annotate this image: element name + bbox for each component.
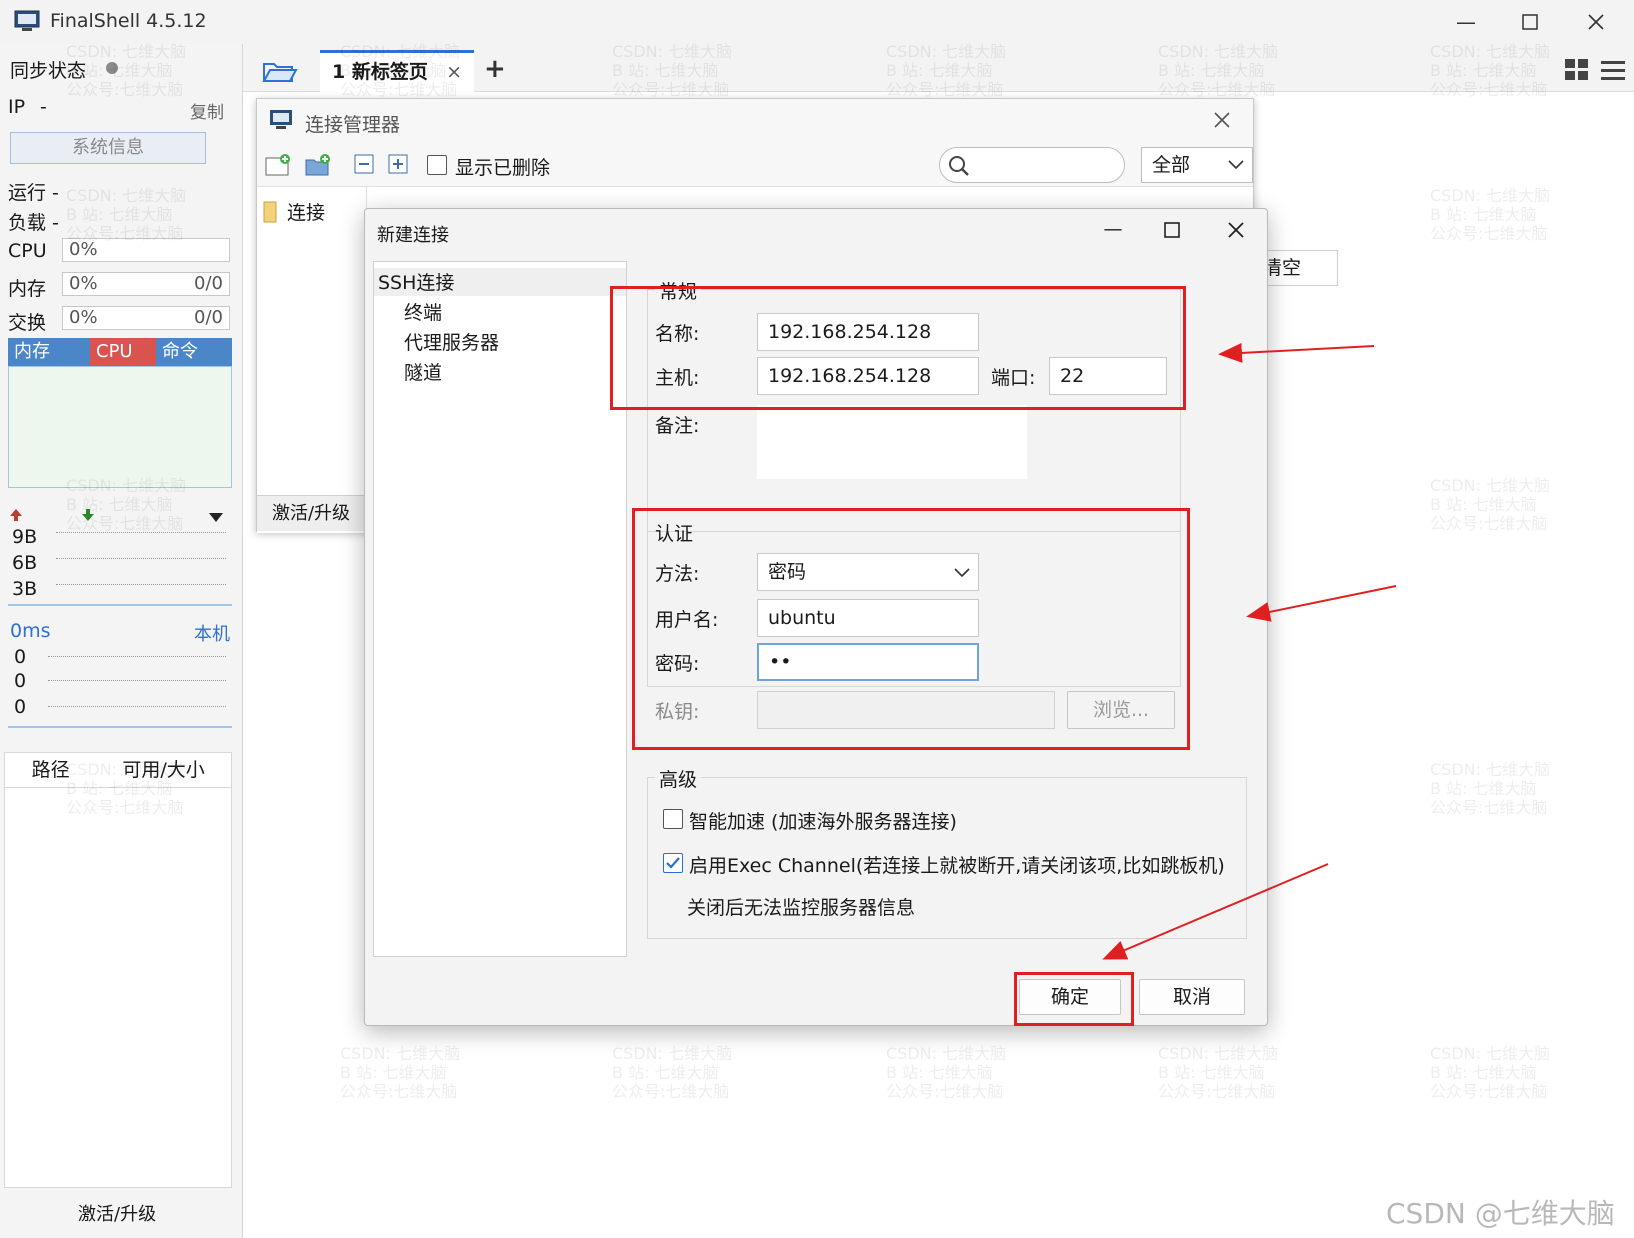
annotation-arrows (1102, 342, 1397, 960)
annotation-arrow (1102, 863, 1329, 960)
annotation-arrow (1246, 585, 1397, 622)
corner-watermark: CSDN @七维大脑 (1386, 1197, 1615, 1230)
annotation-arrow (1218, 342, 1375, 363)
